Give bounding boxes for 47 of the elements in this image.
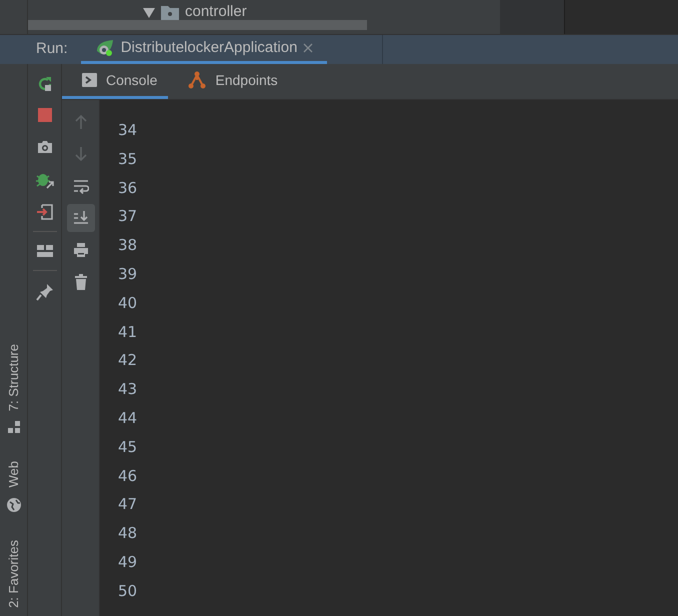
console-line: 39 xyxy=(118,264,138,285)
console-line: 46 xyxy=(118,466,138,487)
arrow-down-icon xyxy=(72,146,88,162)
scroll-to-end-button[interactable] xyxy=(66,204,94,232)
leaf-icon xyxy=(94,39,115,57)
globe-icon xyxy=(6,498,20,512)
console-line: 47 xyxy=(118,494,138,516)
run-tab[interactable]: DistributelockerApplication xyxy=(80,35,328,64)
printer-icon xyxy=(72,242,88,258)
folder-icon xyxy=(161,5,179,20)
exit-icon[interactable] xyxy=(36,203,54,221)
pin-icon[interactable] xyxy=(36,283,54,301)
console-line: 42 xyxy=(118,350,138,372)
close-icon[interactable] xyxy=(303,43,314,53)
console-line: 38 xyxy=(118,235,138,256)
scrollbar[interactable] xyxy=(28,20,367,30)
tool-window-tab[interactable]: 2: Favorites xyxy=(4,540,24,608)
soft-wrap-icon xyxy=(72,178,88,194)
bug-icon[interactable] xyxy=(36,171,54,189)
run-label: Run: xyxy=(36,39,68,60)
arrow-up-icon xyxy=(72,114,88,130)
tool-window-tab[interactable]: Web xyxy=(4,461,24,488)
console-line: 48 xyxy=(118,523,138,544)
console-line: 40 xyxy=(118,292,138,314)
console-line: 43 xyxy=(118,379,138,400)
terminal-icon xyxy=(82,73,97,87)
console-line: 36 xyxy=(118,178,138,199)
console-line: 41 xyxy=(118,322,138,343)
tool-window-tab[interactable]: 7: Structure xyxy=(4,344,24,412)
console-line: 45 xyxy=(118,436,138,458)
trash-icon xyxy=(72,274,88,290)
scroll-to-end-icon xyxy=(72,210,88,226)
console-line: 50 xyxy=(118,580,138,602)
rerun-icon[interactable] xyxy=(36,76,52,92)
console-line: 37 xyxy=(118,206,138,228)
console-line: 34 xyxy=(118,120,138,141)
console-line: 35 xyxy=(118,148,138,170)
console-line: 49 xyxy=(118,552,138,573)
console-tab[interactable]: Endpoints xyxy=(168,64,289,99)
camera-icon[interactable] xyxy=(36,139,52,155)
folder-label[interactable]: controller xyxy=(185,1,247,24)
nodes-icon xyxy=(188,71,206,89)
expand-arrow-icon[interactable] xyxy=(143,8,155,18)
console-line: 44 xyxy=(118,408,138,429)
structure-icon xyxy=(8,421,20,434)
layout-icon[interactable] xyxy=(36,244,52,258)
stop-icon[interactable] xyxy=(36,107,52,123)
